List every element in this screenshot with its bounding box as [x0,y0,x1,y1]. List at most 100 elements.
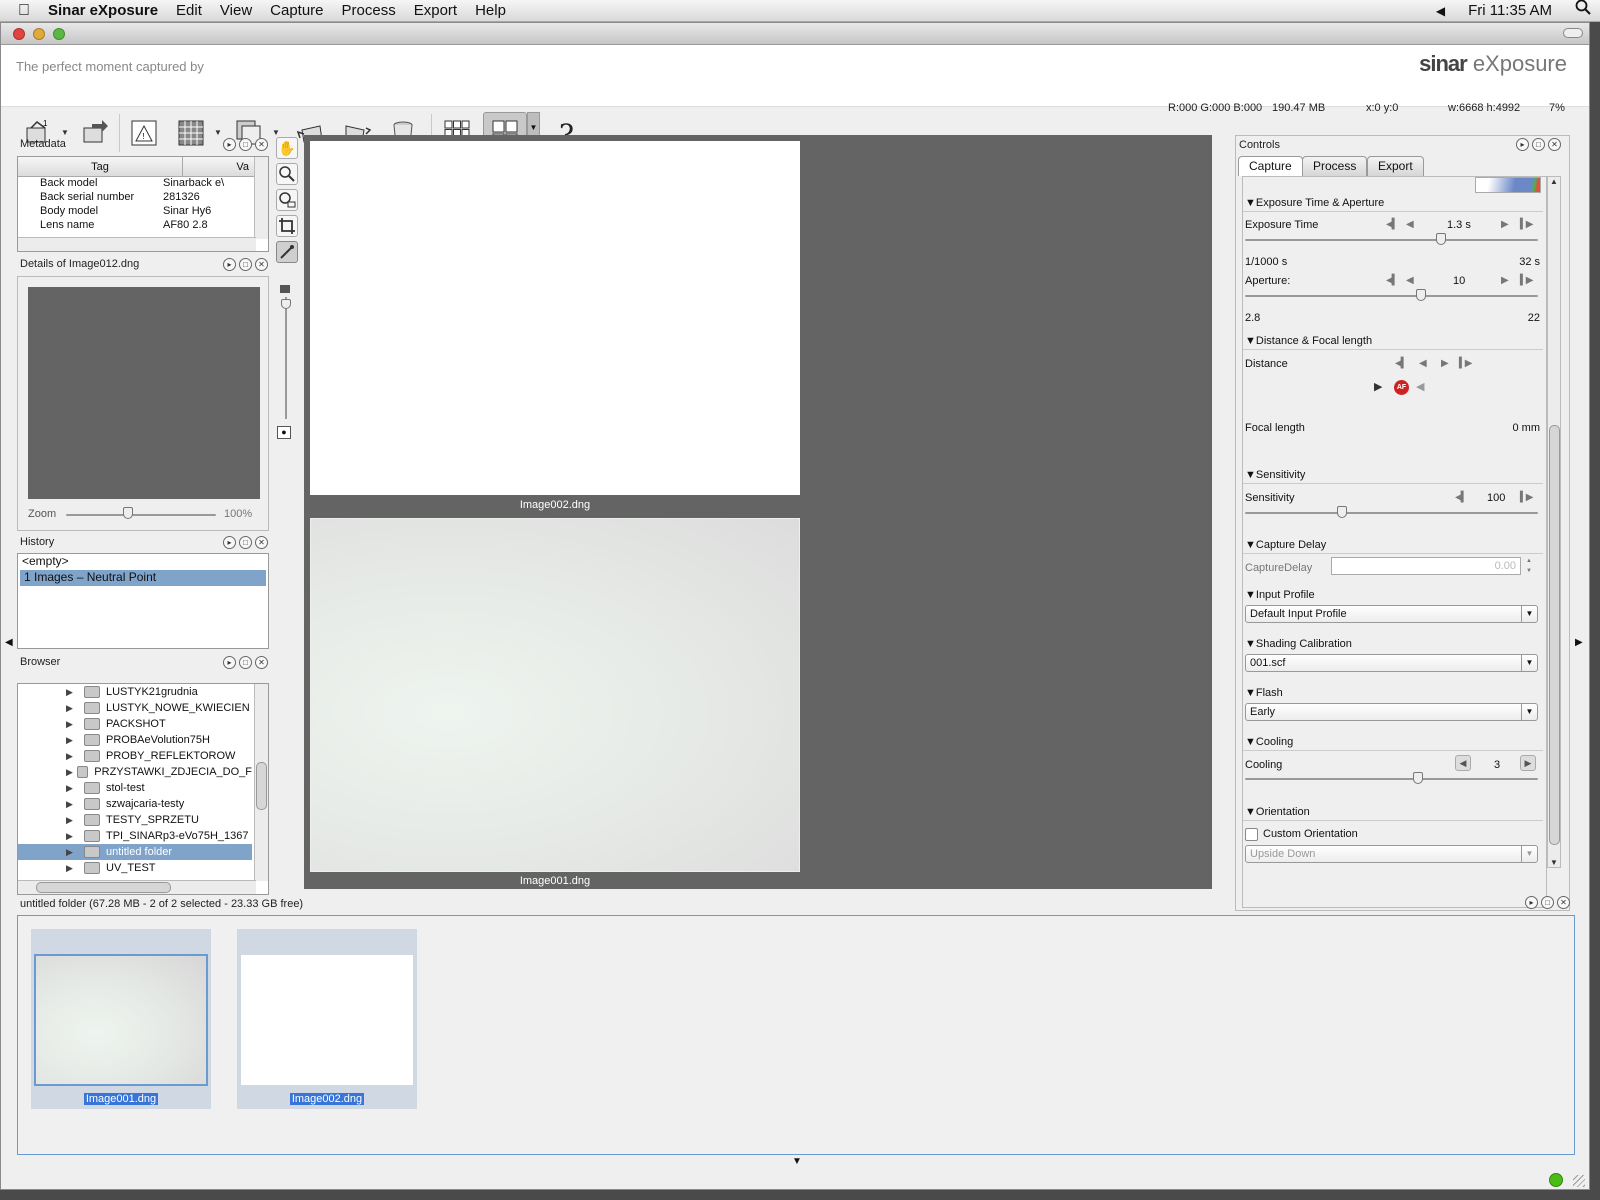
metadata-row[interactable]: Body model Sinar Hy6 [18,205,268,219]
section-input-profile[interactable]: ▼Input Profile [1245,589,1315,601]
metadata-row[interactable]: Back model Sinarback e\ [18,177,268,191]
capture-delay-input[interactable]: 0.00 [1331,557,1521,575]
shading-select[interactable]: 001.scf ▼ [1245,654,1538,672]
panel-maximize-icon[interactable]: □ [239,258,252,271]
import-dropdown-icon[interactable]: ▼ [61,128,71,138]
controls-vscroll-thumb[interactable] [1549,425,1560,845]
collapse-right-icon[interactable]: ▶ [1575,637,1583,648]
zoom-tool-icon[interactable] [276,163,298,185]
metadata-row[interactable]: Back serial number 281326 [18,191,268,205]
metadata-col-tag[interactable]: Tag [18,157,183,176]
reverse-icon[interactable]: ◀ [1416,380,1424,393]
collapse-bottom-icon[interactable]: ▼ [792,1156,802,1167]
history-item[interactable]: <empty> [18,554,268,570]
menu-edit[interactable]: Edit [167,0,211,22]
details-zoom-knob[interactable] [123,507,133,519]
details-zoom-slider[interactable] [66,514,216,516]
flash-select[interactable]: Early ▼ [1245,703,1538,721]
close-window-button[interactable] [13,28,25,40]
panel-detach-icon[interactable]: ▸ [223,536,236,549]
exposure-last-button[interactable]: ▍▶ [1520,219,1533,230]
apple-icon[interactable]:  [0,0,39,22]
panel-maximize-icon[interactable]: □ [239,656,252,669]
browser-folder-item[interactable]: ▶ stol-test [18,780,252,796]
disclosure-triangle-icon[interactable]: ▶ [66,815,84,826]
aperture-first-button[interactable]: ◀▍ [1386,275,1399,286]
filmstrip[interactable]: Image001.dng Image002.dng [17,915,1575,1155]
disclosure-triangle-icon[interactable]: ▶ [66,751,84,762]
volume-icon[interactable]: ◀ [1427,0,1454,22]
collapse-left-icon[interactable]: ◀ [5,637,13,648]
menubar-clock[interactable]: Fri 11:35 AM [1454,0,1566,22]
resize-grip-icon[interactable] [1573,1175,1585,1187]
section-cooling[interactable]: ▼Cooling [1245,736,1293,748]
disclosure-triangle-icon[interactable]: ▶ [66,719,84,730]
sensitivity-increase-button[interactable]: ▍▶ [1520,492,1533,503]
section-shading[interactable]: ▼Shading Calibration [1245,638,1352,650]
panel-close-icon[interactable]: ✕ [1557,896,1570,909]
controls-vscroll[interactable]: ▲ ▼ [1547,176,1561,868]
menu-help[interactable]: Help [466,0,515,22]
sensitivity-decrease-button[interactable]: ◀▍ [1455,492,1468,503]
play-icon[interactable]: ▶ [1374,380,1382,393]
aperture-next-button[interactable]: ▶ [1501,275,1509,286]
spotlight-search-icon[interactable] [1566,0,1600,22]
disclosure-triangle-icon[interactable]: ▶ [66,703,84,714]
disclosure-triangle-icon[interactable]: ▶ [66,735,84,746]
section-orientation[interactable]: ▼Orientation [1245,806,1310,818]
browser-folder-item[interactable]: ▶ TESTY_SPRZETU [18,812,252,828]
picker-tool-icon[interactable] [276,241,298,263]
section-flash[interactable]: ▼Flash [1245,687,1283,699]
person-view-icon[interactable]: ● [277,426,291,439]
tab-export[interactable]: Export [1367,156,1424,176]
panel-detach-icon[interactable]: ▸ [1525,896,1538,909]
exposure-prev-button[interactable]: ◀ [1406,219,1414,230]
exposure-slider-knob[interactable] [1436,233,1447,245]
menu-process[interactable]: Process [333,0,405,22]
menu-app-name[interactable]: Sinar eXposure [39,0,167,22]
thumbnail-label[interactable]: Image001.dng [83,1093,159,1105]
thumbnail-image[interactable] [241,955,413,1085]
viewer-zoom-knob[interactable] [281,299,291,309]
exposure-next-button[interactable]: ▶ [1501,219,1509,230]
crop-tool-icon[interactable] [276,215,298,237]
capture-delay-stepper[interactable]: ▲ ▼ [1523,556,1535,576]
grid-dropdown-icon[interactable]: ▼ [214,128,224,138]
scroll-up-icon[interactable]: ▲ [1548,177,1560,191]
disclosure-triangle-icon[interactable]: ▶ [66,799,84,810]
disclosure-triangle-icon[interactable]: ▶ [66,831,84,842]
panel-detach-icon[interactable]: ▸ [223,656,236,669]
panel-close-icon[interactable]: ✕ [255,138,268,151]
sensitivity-slider[interactable] [1245,512,1538,514]
section-capture-delay[interactable]: ▼Capture Delay [1245,539,1326,551]
section-distance[interactable]: ▼Distance & Focal length [1245,335,1372,347]
viewer-image-bottom[interactable] [310,518,800,872]
cooling-decrease-button[interactable]: ◀ [1455,755,1471,771]
metadata-col-value[interactable]: Va [183,157,253,176]
input-profile-select[interactable]: Default Input Profile ▼ [1245,605,1538,623]
aperture-slider[interactable] [1245,295,1538,297]
autofocus-button[interactable]: AF [1394,380,1409,395]
orientation-select[interactable]: Upside Down ▼ [1245,845,1538,863]
disclosure-triangle-icon[interactable]: ▶ [66,863,84,874]
browser-folder-item[interactable]: ▶ PROBAeVolution75H [18,732,252,748]
thumbnail-label[interactable]: Image002.dng [289,1093,365,1105]
aperture-slider-knob[interactable] [1415,289,1426,301]
browser-hscroll[interactable] [18,880,256,894]
thumbnail-item[interactable]: Image002.dng [237,929,417,1109]
panel-close-icon[interactable]: ✕ [1548,138,1561,151]
browser-folder-item[interactable]: ▶ PACKSHOT [18,716,252,732]
zoom-in-small-icon[interactable] [280,285,290,293]
disclosure-triangle-icon[interactable]: ▶ [66,783,84,794]
exposure-first-button[interactable]: ◀▍ [1386,219,1399,230]
panel-maximize-icon[interactable]: □ [239,138,252,151]
minimize-window-button[interactable] [33,28,45,40]
aperture-last-button[interactable]: ▍▶ [1520,275,1533,286]
menu-capture[interactable]: Capture [261,0,332,22]
toolbar-toggle-button[interactable] [1563,28,1583,38]
zoom-window-button[interactable] [53,28,65,40]
browser-folder-item[interactable]: ▶ untitled folder [18,844,252,860]
viewer-zoom-slider[interactable] [280,285,291,435]
browser-folder-item[interactable]: ▶ TPI_SINARp3-eVo75H_1367 [18,828,252,844]
browser-folder-item[interactable]: ▶ PRZYSTAWKI_ZDJECIA_DO_F [18,764,252,780]
